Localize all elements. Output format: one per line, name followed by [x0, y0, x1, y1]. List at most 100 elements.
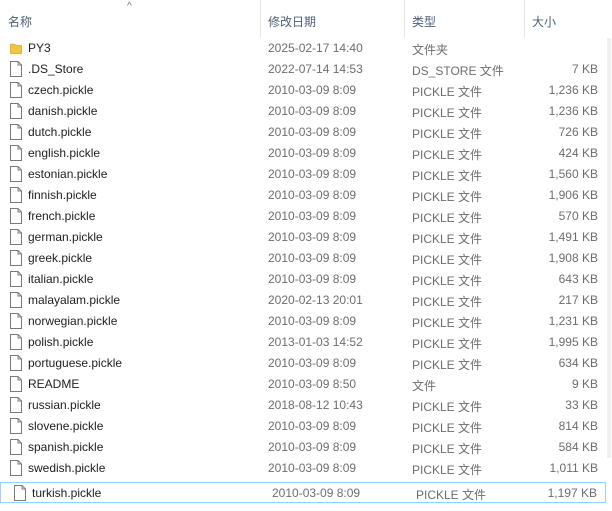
file-modified-date: 2010-03-09 8:09 [268, 167, 357, 181]
file-icon [14, 485, 26, 501]
folder-icon [10, 43, 22, 54]
file-name: dutch.pickle [28, 125, 92, 139]
file-type: PICKLE 文件 [412, 295, 483, 309]
file-row[interactable]: estonian.pickle 2010-03-09 8:09 PICKLE 文件 1… [0, 164, 606, 185]
file-size: 1,906 KB [548, 188, 598, 202]
file-icon [10, 334, 22, 350]
vertical-scrollbar[interactable] [606, 38, 612, 511]
file-row[interactable]: spanish.pickle 2010-03-09 8:09 PICKLE 文件 58… [0, 437, 606, 458]
file-row[interactable]: french.pickle 2010-03-09 8:09 PICKLE 文件 570… [0, 206, 606, 227]
file-icon [10, 103, 22, 119]
file-name: slovene.pickle [28, 419, 104, 433]
file-size: 570 KB [558, 209, 598, 223]
file-row[interactable]: danish.pickle 2010-03-09 8:09 PICKLE 文件 1,2… [0, 101, 606, 122]
column-header-type[interactable]: 类型 [405, 0, 524, 38]
file-icon [10, 397, 22, 413]
file-size: 814 KB [558, 419, 598, 433]
file-row[interactable]: finnish.pickle 2010-03-09 8:09 PICKLE 文件 1,… [0, 185, 606, 206]
file-size: 1,011 KB [549, 461, 598, 475]
file-type: PICKLE 文件 [412, 169, 483, 183]
file-icon [10, 61, 22, 77]
file-icon [10, 229, 22, 245]
column-header-name-label: 名称 [8, 15, 33, 29]
file-type: PICKLE 文件 [412, 442, 483, 456]
file-type: PICKLE 文件 [412, 211, 483, 225]
file-type: 文件夹 [412, 43, 449, 57]
file-icon [10, 439, 22, 455]
column-header-type-label: 类型 [412, 15, 437, 29]
file-modified-date: 2010-03-09 8:09 [268, 314, 357, 328]
file-row[interactable]: norwegian.pickle 2010-03-09 8:09 PICKLE 文件… [0, 311, 606, 332]
file-name: finnish.pickle [28, 188, 97, 202]
file-row[interactable]: turkish.pickle 2010-03-09 8:09 PICKLE 文件 1,… [0, 482, 606, 503]
file-icon [10, 460, 22, 476]
file-row[interactable]: german.pickle 2010-03-09 8:09 PICKLE 文件 1,4… [0, 227, 606, 248]
file-modified-date: 2010-03-09 8:09 [268, 272, 357, 286]
file-size: 33 KB [565, 398, 598, 412]
file-size: 217 KB [558, 293, 598, 307]
file-row[interactable]: .DS_Store 2022-07-14 14:53 DS_STORE 文件 7 KB [0, 59, 606, 80]
file-icon [10, 313, 22, 329]
file-size: 424 KB [558, 146, 598, 160]
file-size: 1,231 KB [548, 314, 598, 328]
file-type: PICKLE 文件 [412, 127, 483, 141]
file-row[interactable]: english.pickle 2010-03-09 8:09 PICKLE 文件 42… [0, 143, 606, 164]
file-type: PICKLE 文件 [412, 85, 483, 99]
file-name: turkish.pickle [32, 486, 102, 500]
file-row[interactable]: slovene.pickle 2010-03-09 8:09 PICKLE 文件 81… [0, 416, 606, 437]
file-row[interactable]: swedish.pickle 2010-03-09 8:09 PICKLE 文件 1,… [0, 458, 606, 479]
file-row[interactable]: polish.pickle 2013-01-03 14:52 PICKLE 文件 1,… [0, 332, 606, 353]
file-size: 726 KB [558, 125, 598, 139]
file-row[interactable]: italian.pickle 2010-03-09 8:09 PICKLE 文件 64… [0, 269, 606, 290]
column-header-bar: 名称 ^ 修改日期 类型 大小 [0, 0, 606, 38]
file-row[interactable]: czech.pickle 2010-03-09 8:09 PICKLE 文件 1,23… [0, 80, 606, 101]
file-type: PICKLE 文件 [412, 253, 483, 267]
file-row[interactable]: portuguese.pickle 2010-03-09 8:09 PICKLE 文… [0, 353, 606, 374]
file-modified-date: 2010-03-09 8:09 [268, 419, 357, 433]
file-size: 643 KB [558, 272, 598, 286]
file-modified-date: 2025-02-17 14:40 [268, 41, 363, 55]
file-modified-date: 2010-03-09 8:09 [268, 188, 357, 202]
file-icon [10, 418, 22, 434]
file-name: greek.pickle [28, 251, 93, 265]
file-type: DS_STORE 文件 [412, 64, 504, 78]
file-size: 1,236 KB [548, 83, 598, 97]
file-name: swedish.pickle [28, 461, 106, 475]
file-modified-date: 2022-07-14 14:53 [268, 62, 363, 76]
file-row[interactable]: README 2010-03-09 8:50 文件 9 KB [0, 374, 606, 395]
scrollbar-thumb[interactable] [607, 38, 611, 458]
column-header-date[interactable]: 修改日期 [261, 0, 404, 38]
file-modified-date: 2010-03-09 8:09 [268, 209, 357, 223]
file-modified-date: 2010-03-09 8:09 [268, 104, 357, 118]
column-header-date-label: 修改日期 [268, 15, 317, 29]
file-row[interactable]: PY3 2025-02-17 14:40 文件夹 [0, 38, 606, 59]
file-icon [10, 355, 22, 371]
file-row[interactable]: malayalam.pickle 2020-02-13 20:01 PICKLE 文… [0, 290, 606, 311]
file-name: portuguese.pickle [28, 356, 123, 370]
file-size: 634 KB [558, 356, 598, 370]
file-name: polish.pickle [28, 335, 94, 349]
file-type: PICKLE 文件 [412, 106, 483, 120]
file-row[interactable]: russian.pickle 2018-08-12 10:43 PICKLE 文件 3… [0, 395, 606, 416]
file-modified-date: 2010-03-09 8:09 [268, 461, 357, 475]
file-type: 文件 [412, 379, 437, 393]
column-header-name[interactable]: 名称 ^ [0, 0, 260, 38]
file-name: README [28, 377, 80, 391]
file-type: PICKLE 文件 [412, 232, 483, 246]
file-type: PICKLE 文件 [412, 148, 483, 162]
file-modified-date: 2010-03-09 8:09 [268, 230, 357, 244]
file-modified-date: 2010-03-09 8:09 [268, 125, 357, 139]
file-modified-date: 2010-03-09 8:09 [272, 486, 361, 500]
file-icon [10, 208, 22, 224]
file-row[interactable]: dutch.pickle 2010-03-09 8:09 PICKLE 文件 726 … [0, 122, 606, 143]
file-modified-date: 2010-03-09 8:09 [268, 251, 357, 265]
file-icon [10, 145, 22, 161]
file-name: french.pickle [28, 209, 96, 223]
sort-ascending-icon: ^ [127, 1, 132, 12]
file-row[interactable]: greek.pickle 2010-03-09 8:09 PICKLE 文件 1,90… [0, 248, 606, 269]
file-modified-date: 2010-03-09 8:09 [268, 83, 357, 97]
column-header-size[interactable]: 大小 [525, 0, 606, 38]
file-icon [10, 82, 22, 98]
file-type: PICKLE 文件 [412, 274, 483, 288]
file-modified-date: 2018-08-12 10:43 [268, 398, 363, 412]
